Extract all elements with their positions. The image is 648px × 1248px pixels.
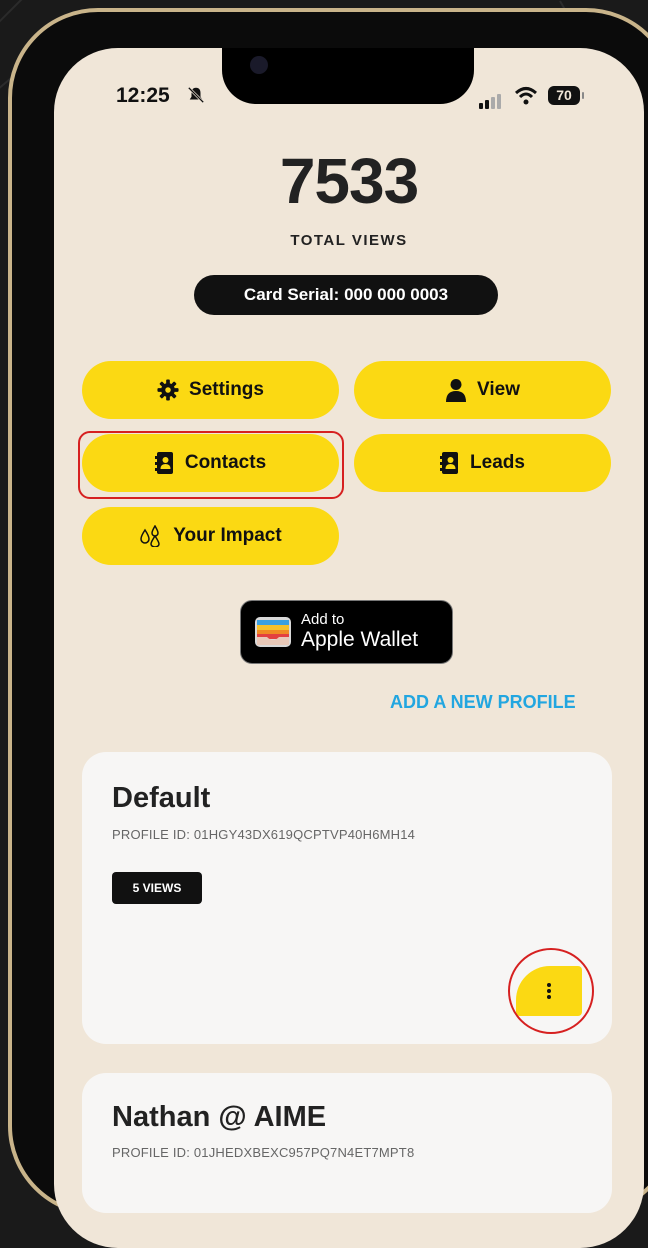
add-new-profile-link[interactable]: ADD A NEW PROFILE [390,692,576,713]
wallet-icon [255,617,291,647]
wallet-text: Add to Apple Wallet [301,612,418,652]
profile-card-default[interactable]: Default PROFILE ID: 01HGY43DX619QCPTVP40… [82,752,612,1044]
total-views-label: TOTAL VIEWS [290,232,408,249]
leads-button[interactable]: Leads [354,434,611,492]
notch [222,48,474,104]
signal-icon [479,91,503,109]
your-impact-label: Your Impact [173,525,282,546]
gear-icon [157,379,179,401]
app-screen: 12:25 70 7533 TOTAL VIEWS Card Serial: 0… [54,48,644,1248]
profile-views-badge: 5 VIEWS [112,872,202,904]
water-drops-icon [140,525,161,547]
highlight-circle [508,948,594,1034]
wallet-text-line1: Add to [301,611,345,628]
total-views-count: 7533 [279,145,419,217]
card-serial-badge: Card Serial: 000 000 0003 [194,275,498,315]
address-book-icon [440,452,459,474]
settings-button[interactable]: Settings [82,361,339,419]
profile-id: PROFILE ID: 01HGY43DX619QCPTVP40H6MH14 [112,827,416,842]
status-time: 12:25 [116,84,170,107]
wallet-text-line2: Apple Wallet [301,628,419,651]
profile-card-nathan[interactable]: Nathan @ AIME PROFILE ID: 01JHEDXBEXC957… [82,1073,612,1213]
bell-muted-icon [187,86,205,104]
user-icon [446,379,467,402]
camera-icon [250,56,268,74]
your-impact-button[interactable]: Your Impact [82,507,339,565]
highlight-rectangle [78,431,344,499]
battery-indicator: 70 [548,86,584,105]
view-label: View [477,379,520,400]
view-button[interactable]: View [354,361,611,419]
profile-name: Default [112,782,211,814]
settings-label: Settings [189,379,264,400]
phone-frame: 12:25 70 7533 TOTAL VIEWS Card Serial: 0… [8,8,648,1248]
add-to-apple-wallet-button[interactable]: Add to Apple Wallet [240,600,453,664]
profile-name: Nathan @ AIME [112,1101,327,1133]
leads-label: Leads [470,452,525,473]
wifi-icon [514,87,538,105]
